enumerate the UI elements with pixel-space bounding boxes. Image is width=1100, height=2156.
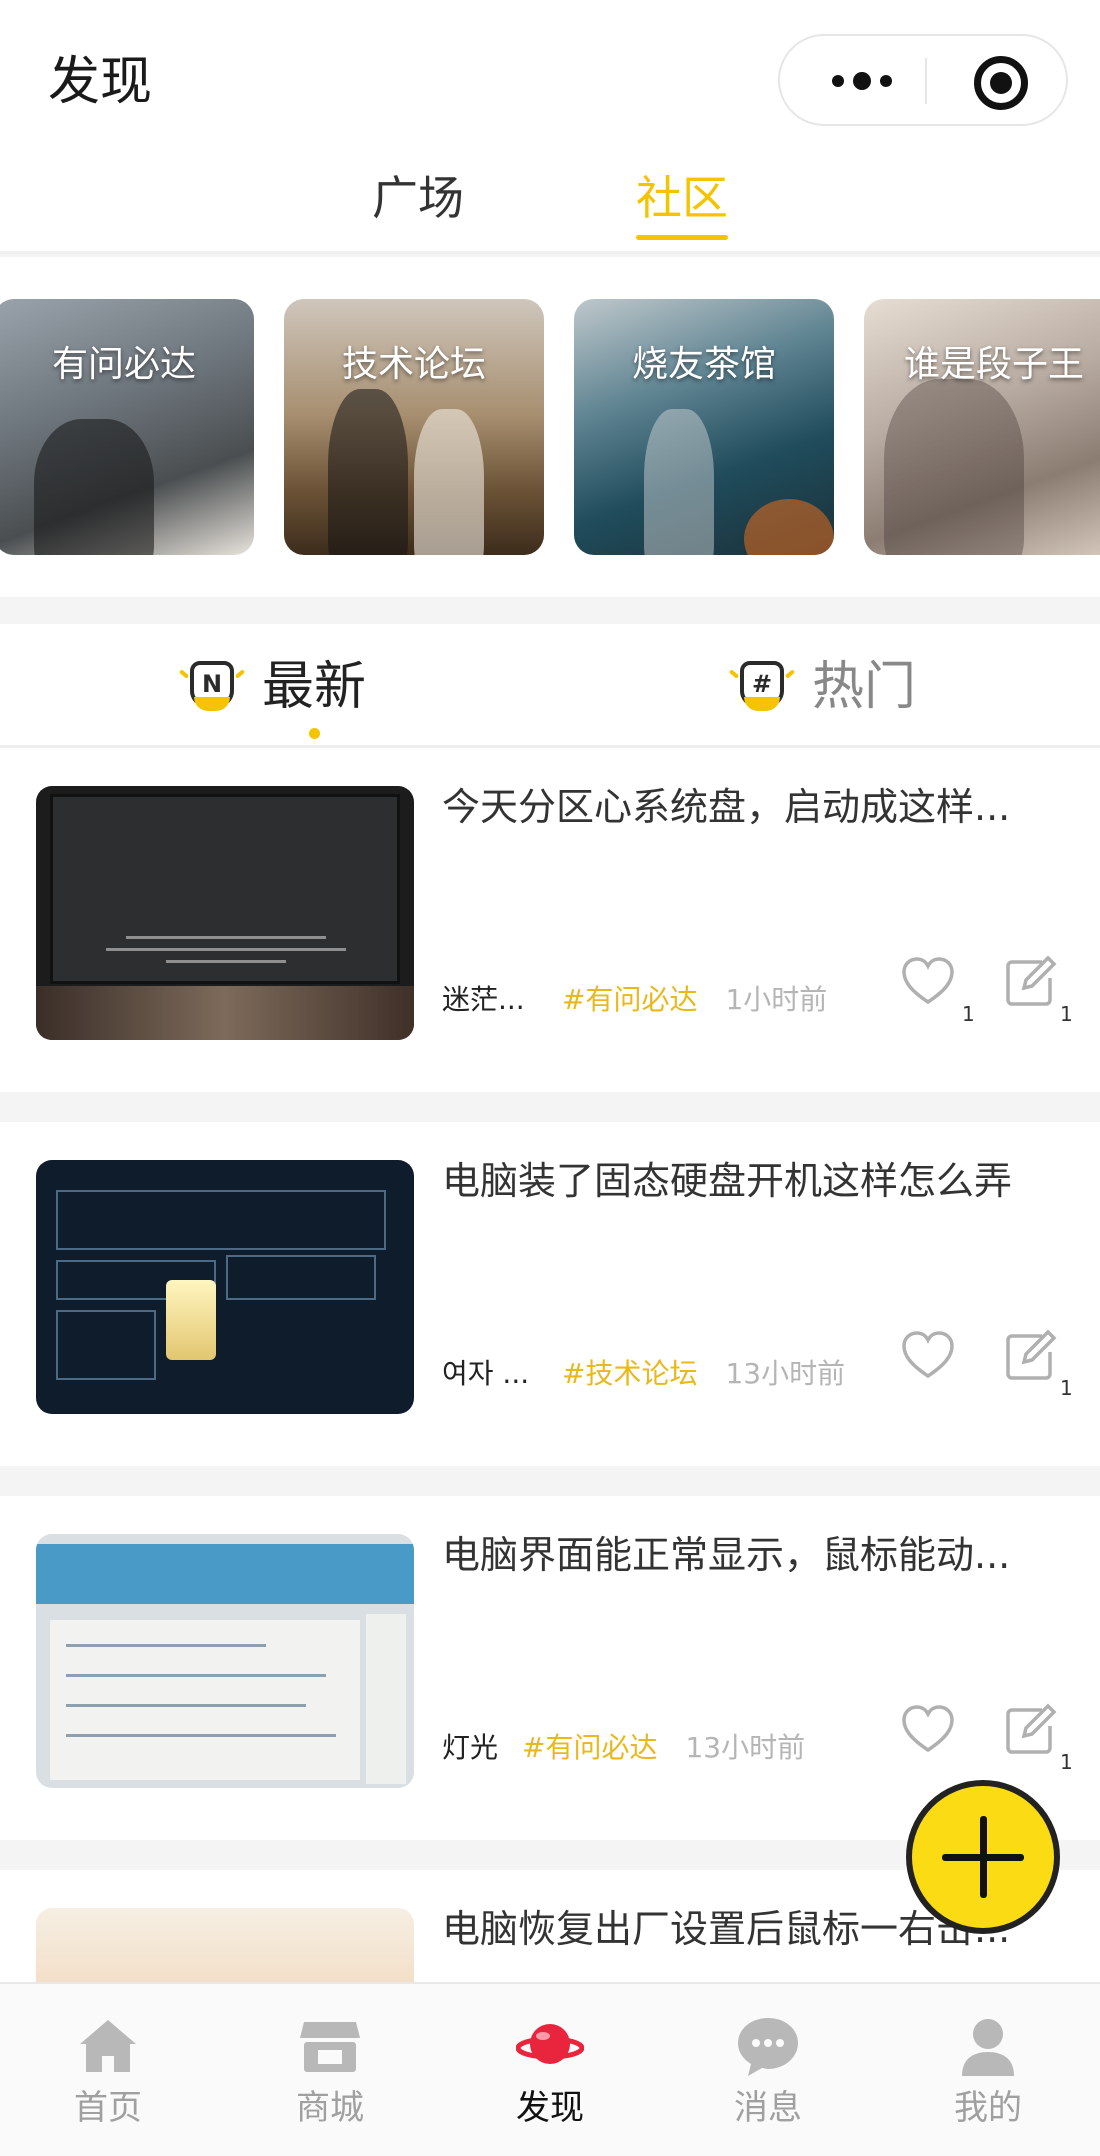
post-title: 今天分区心系统盘，启动成这样...	[442, 785, 1011, 829]
category-carousel: 有问必达 技术论坛 烧友茶馆 谁是段子王	[0, 257, 1100, 597]
post-meta: 迷茫... #有问必达 1小时前	[442, 978, 827, 1018]
capsule-divider	[925, 58, 927, 104]
tab-square[interactable]: 广场	[372, 170, 464, 226]
post-tag[interactable]: #技术论坛	[562, 1352, 697, 1392]
category-photo	[414, 409, 484, 555]
category-label: 技术论坛	[341, 344, 486, 385]
tab-hot[interactable]: # 热门	[728, 652, 917, 722]
home-icon	[80, 2020, 136, 2072]
post-thumbnail	[36, 1908, 414, 1982]
tabbar-label: 我的	[954, 2088, 1022, 2128]
post-title: 电脑装了固态硬盘开机这样怎么弄	[442, 1159, 1013, 1203]
like-button[interactable]	[900, 1702, 960, 1772]
category-label: 有问必达	[51, 344, 196, 385]
post-thumbnail	[36, 1160, 414, 1414]
post-author[interactable]: 灯光	[442, 1726, 522, 1766]
category-label: 烧友茶馆	[631, 344, 776, 385]
add-post-button[interactable]	[906, 1780, 1060, 1934]
like-button[interactable]	[900, 1328, 960, 1398]
comment-count: 1	[1060, 1376, 1073, 1400]
badge-n-icon: N	[178, 655, 246, 719]
tabbar-item-profile[interactable]: 我的	[918, 2002, 1058, 2142]
comment-count: 1	[1060, 1750, 1073, 1774]
category-label: 谁是段子王	[903, 344, 1084, 385]
tabbar-label: 发现	[516, 2088, 584, 2128]
comment-count: 1	[1060, 1002, 1073, 1026]
tabbar-item-discover[interactable]: 发现	[480, 2002, 620, 2142]
category-photo	[644, 409, 714, 555]
mini-program-capsule	[778, 34, 1068, 126]
edit-comment-icon	[1006, 1329, 1057, 1380]
badge-hash-icon: #	[728, 655, 796, 719]
category-photo	[328, 389, 408, 555]
post-meta: 灯光 #有问必达 13小时前	[442, 1726, 805, 1766]
heart-icon	[902, 1705, 954, 1753]
tabbar-item-messages[interactable]: 消息	[698, 2002, 838, 2142]
tab-hot-label: 热门	[812, 657, 917, 717]
post-meta: 여자 ... #技术论坛 13小时前	[442, 1352, 845, 1392]
close-target-icon[interactable]	[974, 56, 1028, 110]
post-title: 电脑界面能正常显示，鼠标能动...	[442, 1533, 1011, 1577]
tabbar-item-store[interactable]: 商城	[260, 2002, 400, 2142]
edit-comment-icon	[1006, 955, 1057, 1006]
comment-button[interactable]: 1	[1002, 954, 1073, 1026]
tab-latest[interactable]: N 最新	[178, 652, 367, 722]
post-thumbnail	[36, 1534, 414, 1788]
post-tag[interactable]: #有问必达	[562, 978, 697, 1018]
post-card[interactable]: 电脑界面能正常显示，鼠标能动... 灯光 #有问必达 13小时前 1	[0, 1496, 1100, 1840]
comment-button[interactable]: 1	[1002, 1328, 1073, 1400]
feed-sub-tabs: N 最新 # 热门	[0, 624, 1100, 748]
category-card[interactable]: 有问必达	[0, 299, 254, 555]
tabbar-label: 消息	[734, 2088, 802, 2128]
heart-icon	[902, 957, 954, 1005]
post-tag[interactable]: #有问必达	[522, 1726, 657, 1766]
page: 发现 广场 社区 有问必达 技术论坛 烧友茶馆 谁是段子王 N 最新 # 热门 …	[0, 0, 1100, 2156]
chat-bubble-icon	[738, 2018, 798, 2076]
category-card[interactable]: 谁是段子王	[864, 299, 1100, 555]
tabbar-item-home[interactable]: 首页	[38, 2002, 178, 2142]
post-time: 13小时前	[685, 1731, 806, 1764]
post-card[interactable]: 今天分区心系统盘，启动成这样... 迷茫... #有问必达 1小时前 1 1	[0, 748, 1100, 1092]
post-card[interactable]: 电脑装了固态硬盘开机这样怎么弄 여자 ... #技术论坛 13小时前 1	[0, 1122, 1100, 1466]
heart-icon	[902, 1331, 954, 1379]
main-tabs: 广场 社区	[0, 158, 1100, 254]
post-author[interactable]: 迷茫...	[442, 978, 562, 1018]
edit-comment-icon	[1006, 1703, 1057, 1754]
active-tab-indicator	[309, 728, 320, 739]
like-count: 1	[962, 1002, 975, 1026]
like-button[interactable]: 1	[900, 954, 975, 1026]
comment-button[interactable]: 1	[1002, 1702, 1073, 1774]
tab-community[interactable]: 社区	[636, 170, 728, 240]
category-card[interactable]: 烧友茶馆	[574, 299, 834, 555]
category-photo	[34, 419, 154, 555]
more-menu-icon[interactable]	[820, 56, 904, 106]
user-icon	[962, 2019, 1014, 2076]
tabbar-label: 商城	[296, 2088, 364, 2128]
post-author[interactable]: 여자 ...	[442, 1352, 562, 1392]
store-icon	[300, 2022, 360, 2072]
planet-icon	[516, 2024, 584, 2064]
tabbar-label: 首页	[74, 2088, 142, 2128]
category-card[interactable]: 技术论坛	[284, 299, 544, 555]
post-thumbnail	[36, 786, 414, 1040]
tab-latest-label: 最新	[262, 657, 367, 717]
page-title: 发现	[48, 52, 153, 112]
top-bar: 发现	[0, 0, 1100, 158]
post-time: 13小时前	[725, 1357, 846, 1390]
bottom-tab-bar: 首页 商城 发现 消息 我的	[0, 1982, 1100, 2156]
category-photo	[744, 499, 834, 555]
category-photo	[884, 379, 1024, 555]
post-time: 1小时前	[725, 983, 828, 1016]
